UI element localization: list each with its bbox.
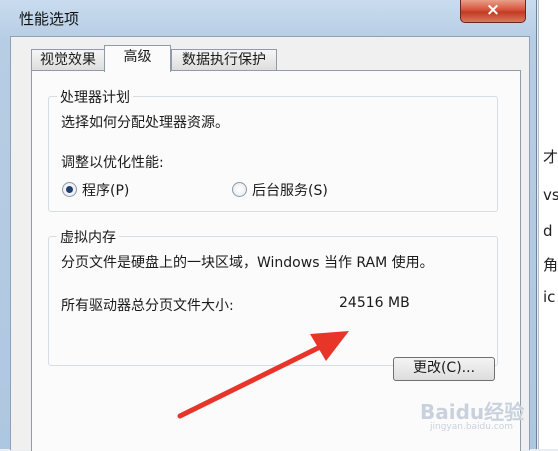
watermark-url: jingyan.baidu.com xyxy=(430,422,514,432)
arrow-head xyxy=(310,331,349,361)
annotation-arrow xyxy=(177,331,349,419)
arrow-shaft xyxy=(177,345,321,419)
tab-advanced[interactable]: 高级 xyxy=(104,45,171,72)
watermark-logo: Baidu经验 xyxy=(420,400,525,424)
